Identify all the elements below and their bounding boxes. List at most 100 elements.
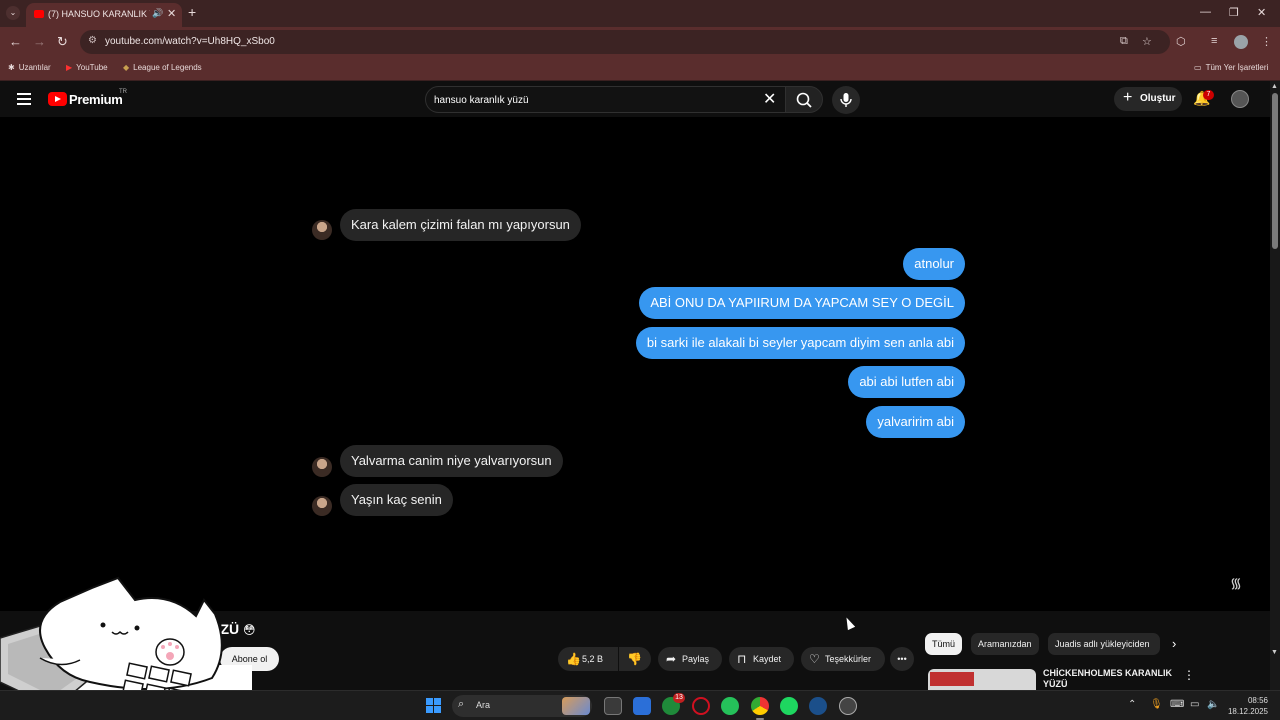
all-bookmarks[interactable]: ▭ Tüm Yer İşaretleri — [1194, 63, 1268, 72]
dislike-button[interactable]: 👎 — [619, 647, 651, 671]
media-control-icon[interactable]: ≡ — [1211, 35, 1217, 47]
plus-icon: + — [1123, 89, 1133, 106]
tab-search-icon[interactable]: ⌄ — [6, 6, 20, 20]
install-app-icon[interactable]: ⧉ — [1120, 35, 1128, 48]
spotify-icon[interactable] — [780, 697, 798, 715]
like-button[interactable]: 👍 5,2 B — [558, 647, 618, 671]
xbox-badge: 13 — [673, 693, 685, 703]
clear-search-icon[interactable]: ✕ — [763, 89, 776, 109]
page-scrollbar[interactable]: ▲ ▼ — [1270, 81, 1280, 690]
more-actions-icon[interactable]: ••• — [890, 647, 914, 671]
bookmark-youtube[interactable]: ▶ YouTube — [66, 63, 108, 72]
extensions-icon[interactable]: ⬡ — [1176, 35, 1186, 48]
search-highlight-image — [562, 697, 590, 715]
profile-avatar[interactable] — [1234, 35, 1248, 49]
chat-message-received: Yalvarma canim niye yalvarıyorsun — [340, 445, 563, 477]
close-window-icon[interactable]: ✕ — [1257, 6, 1266, 19]
voice-search-button[interactable] — [832, 86, 860, 114]
save-button[interactable]: ⊓ Kaydet — [729, 647, 794, 671]
microphone-icon — [840, 93, 852, 107]
forward-icon[interactable]: → — [33, 34, 46, 49]
create-button[interactable]: + Oluştur — [1114, 87, 1182, 111]
task-view-icon[interactable] — [604, 697, 622, 715]
chat-message-sent: bi sarki ile alakali bi seyler yapcam di… — [635, 327, 965, 359]
windows-taskbar: ⌕ Ara 13 ⌃ 🎙 ⌨ ▭ 🔈 08:56 18.12.2025 — [0, 690, 1280, 720]
search-icon: ⌕ — [458, 698, 465, 710]
steam-icon[interactable] — [809, 697, 827, 715]
thumbs-down-icon: 👎 — [627, 652, 642, 666]
windows-start-icon[interactable] — [426, 698, 441, 713]
chat-message-sent: yalvaririm abi — [866, 406, 965, 438]
thanks-button[interactable]: ♡ Teşekkürler — [801, 647, 885, 671]
chip-from-search[interactable]: Aramanızdan — [971, 633, 1039, 655]
browser-toolbar: ← → ↻ ⚙ youtube.com/watch?v=Uh8HQ_xSbo0 … — [0, 27, 1280, 57]
scroll-down-icon[interactable]: ▼ — [1271, 649, 1278, 656]
system-clock[interactable]: 08:56 18.12.2025 — [1222, 695, 1268, 717]
chat-message-sent: ABİ ONU DA YAPIIRUM DA YAPCAM SEY O DEGİ… — [639, 287, 965, 319]
chrome-icon[interactable] — [751, 697, 769, 715]
scroll-up-icon[interactable]: ▲ — [1271, 83, 1278, 90]
recommendation-title[interactable]: CHİCKENHOLMES KARANLIK YÜZÜ — [1043, 668, 1173, 690]
chat-message-received: Yaşın kaç senin — [340, 484, 453, 516]
opera-icon[interactable] — [692, 697, 710, 715]
bookmarks-bar: ✱ Uzantılar ▶ YouTube ◆ League of Legends ▭… — [0, 57, 1280, 81]
app-icon[interactable] — [839, 697, 857, 715]
youtube-logo-icon[interactable] — [48, 92, 67, 106]
back-icon[interactable]: ← — [9, 34, 22, 49]
folder-icon: ▭ — [1194, 63, 1202, 72]
taskbar-search[interactable]: ⌕ Ara — [452, 695, 592, 717]
account-avatar[interactable] — [1231, 90, 1249, 108]
microsoft-store-icon[interactable] — [633, 697, 651, 715]
league-icon: ◆ — [123, 63, 130, 72]
chat-avatar — [312, 496, 332, 516]
bookmark-icon: ⊓ — [737, 652, 747, 666]
chrome-menu-icon[interactable]: ⋮ — [1261, 35, 1272, 48]
share-button[interactable]: ➦ Paylaş — [658, 647, 722, 671]
thumbs-up-icon: 👍 — [566, 652, 581, 666]
chat-avatar — [312, 457, 332, 477]
site-info-icon[interactable]: ⚙ — [88, 35, 97, 46]
chat-avatar — [312, 220, 332, 240]
tab-title: (7) HANSUO KARANLIK YÜZÜ — [48, 9, 150, 19]
url-text: youtube.com/watch?v=Uh8HQ_xSbo0 — [105, 36, 275, 47]
chip-uploader[interactable]: Juadis adlı yükleyiciden — [1048, 633, 1160, 655]
notification-badge: 7 — [1203, 90, 1214, 100]
new-tab-icon[interactable]: + — [188, 4, 196, 20]
browser-tab-strip: ⌄ (7) HANSUO KARANLIK YÜZÜ 🔊 ✕ + — ❐ ✕ — [0, 0, 1280, 27]
audio-playing-icon[interactable]: 🔊 — [152, 8, 163, 19]
recommendation-thumbnail[interactable] — [928, 669, 1036, 690]
channel-watermark-icon[interactable]: ᯾ — [1230, 574, 1242, 593]
address-bar[interactable]: ⚙ youtube.com/watch?v=Uh8HQ_xSbo0 — [80, 30, 1170, 54]
whatsapp-icon[interactable] — [721, 697, 739, 715]
region-code: TR — [119, 89, 127, 95]
bookmark-extensions[interactable]: ✱ Uzantılar — [8, 63, 51, 72]
bookmark-star-icon[interactable]: ☆ — [1142, 35, 1152, 48]
share-icon: ➦ — [666, 652, 677, 666]
scrollbar-thumb[interactable] — [1272, 93, 1278, 249]
brand-text[interactable]: Premium — [69, 92, 123, 107]
reload-icon[interactable]: ↻ — [57, 34, 68, 50]
active-tab[interactable]: (7) HANSUO KARANLIK YÜZÜ 🔊 ✕ — [26, 3, 182, 27]
tray-expand-icon[interactable]: ⌃ — [1128, 699, 1136, 710]
search-button[interactable] — [785, 86, 823, 113]
video-player[interactable]: Kara kalem çizimi falan mı yapıyorsun at… — [0, 117, 1270, 611]
close-tab-icon[interactable]: ✕ — [167, 7, 176, 20]
chip-all[interactable]: Tümü — [925, 633, 963, 655]
chat-message-received: Kara kalem çizimi falan mı yapıyorsun — [340, 209, 581, 241]
network-icon[interactable]: ▭ — [1190, 699, 1199, 710]
microphone-tray-icon[interactable]: 🎙 — [1150, 699, 1163, 710]
minimize-icon[interactable]: — — [1200, 6, 1211, 18]
search-input[interactable] — [434, 92, 754, 108]
chips-next-icon[interactable]: › — [1172, 636, 1176, 651]
search-icon — [796, 92, 812, 108]
chat-message-sent: atnolur — [903, 248, 965, 280]
youtube-icon: ▶ — [66, 63, 73, 72]
super-thanks-icon: ♡ — [809, 652, 820, 666]
menu-icon[interactable] — [17, 93, 31, 108]
recommendation-menu-icon[interactable]: ⋮ — [1183, 668, 1195, 682]
search-box — [425, 86, 787, 113]
keyboard-icon[interactable]: ⌨ — [1170, 699, 1184, 710]
restore-icon[interactable]: ❐ — [1229, 6, 1239, 19]
volume-icon[interactable]: 🔈 — [1207, 699, 1219, 710]
bookmark-league[interactable]: ◆ League of Legends — [123, 63, 202, 72]
